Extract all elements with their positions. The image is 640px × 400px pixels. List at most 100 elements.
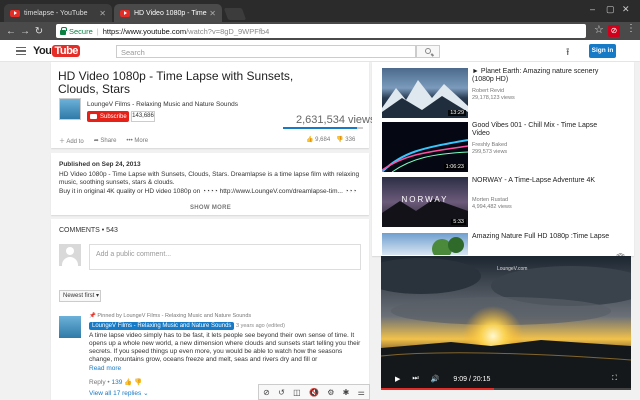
secure-label: Secure bbox=[69, 26, 93, 36]
thumbs-down-icon: 👎 bbox=[336, 137, 346, 143]
play-icon[interactable]: ▶ bbox=[395, 375, 400, 383]
bottom-toolbar: ⊘ ↺ ◫ 🔇 ⚙ ✱ ⚌ bbox=[258, 384, 370, 400]
recommendation-channel[interactable]: Freshly Baked bbox=[472, 142, 507, 148]
reply-button[interactable]: Reply bbox=[89, 379, 106, 386]
description-line: Buy it in original 4K quality or HD vide… bbox=[59, 187, 357, 195]
forward-icon[interactable]: → bbox=[18, 26, 32, 37]
recommendation-title[interactable]: ► Planet Earth: Amazing nature scenery (… bbox=[472, 68, 612, 84]
search-input[interactable]: Search bbox=[116, 45, 416, 58]
description-line: music, soothing sunsets, stars & clouds. bbox=[59, 179, 175, 186]
search-button[interactable] bbox=[416, 45, 440, 58]
address-bar[interactable]: Secure | https://www.youtube.com /watch?… bbox=[56, 24, 586, 38]
recommendation-item[interactable]: NORWAY 5:33 NORWAY - A Time-Lapse Advent… bbox=[382, 177, 622, 229]
published-date: Published on Sep 24, 2013 bbox=[59, 161, 141, 168]
comment-time[interactable]: 3 years ago (edited) bbox=[236, 323, 285, 329]
fullscreen-icon[interactable]: ⛶ bbox=[612, 375, 617, 383]
lock-icon bbox=[60, 26, 67, 35]
tune-icon[interactable]: ⚌ bbox=[358, 388, 365, 397]
add-to-button[interactable]: ＋ Add to bbox=[59, 136, 84, 145]
progress-fill bbox=[381, 388, 494, 390]
next-icon[interactable]: ⏭ bbox=[412, 375, 418, 383]
loop-icon[interactable]: ◫ bbox=[293, 388, 301, 397]
youtube-favicon-icon bbox=[10, 9, 20, 17]
back-icon[interactable]: ← bbox=[4, 26, 18, 37]
search-icon bbox=[425, 48, 431, 54]
recommendation-title[interactable]: Amazing Nature Full HD 1080p :Time Lapse bbox=[472, 233, 612, 241]
thumbs-up-icon: 👍 bbox=[306, 137, 316, 143]
pinned-note: 📌 Pinned by LoungeV Films - Relaxing Mus… bbox=[89, 313, 251, 319]
tab-2-label: HD Video 1080p - Time bbox=[134, 9, 207, 17]
comment-body: A time lapse video simply has to be fast… bbox=[89, 332, 361, 363]
recommendation-item[interactable]: Amazing Nature Full HD 1080p :Time Lapse bbox=[382, 233, 622, 255]
like-ratio-fill bbox=[283, 127, 357, 129]
read-more-link[interactable]: Read more bbox=[89, 365, 121, 372]
browser-menu-icon[interactable]: ⋮ bbox=[626, 23, 636, 34]
video-duration: 1:06:23 bbox=[443, 164, 466, 170]
comment-author[interactable]: LoungeV Films - Relaxing Music and Natur… bbox=[89, 322, 235, 330]
video-thumbnail[interactable]: NORWAY 5:33 bbox=[382, 177, 468, 227]
channel-name[interactable]: LoungeV Films - Relaxing Music and Natur… bbox=[87, 101, 238, 108]
video-title: HD Video 1080p - Time Lapse with Sunsets… bbox=[58, 69, 294, 96]
video-thumbnail[interactable]: 13:29 bbox=[382, 68, 468, 118]
recommendation-item[interactable]: 1:06:23 Good Vibes 001 - Chill Mix - Tim… bbox=[382, 122, 622, 174]
dislike-count: 336 bbox=[345, 137, 356, 143]
video-thumbnail[interactable]: 1:06:23 bbox=[382, 122, 468, 172]
upload-icon[interactable]: ⭱ bbox=[566, 45, 570, 62]
new-tab-button[interactable] bbox=[223, 8, 247, 20]
view-all-replies-link[interactable]: View all 17 replies ⌄ bbox=[89, 389, 149, 397]
url-host: https://www.youtube.com bbox=[102, 26, 187, 36]
share-button[interactable]: ➦ Share bbox=[94, 137, 117, 144]
view-count: 2,631,534 views bbox=[296, 114, 376, 126]
time-current: 9:09 bbox=[453, 375, 468, 383]
youtube-logo[interactable]: You Tube bbox=[33, 45, 80, 57]
thumbs-up-icon[interactable]: 👍 bbox=[124, 379, 132, 386]
rewind-icon[interactable]: ↺ bbox=[278, 388, 285, 397]
recommendation-channel[interactable]: Morten Rustad bbox=[472, 197, 508, 203]
block-icon[interactable]: ⊘ bbox=[263, 388, 270, 397]
minimize-icon[interactable]: – bbox=[590, 4, 595, 14]
browser-tab-1[interactable]: timelapse - YouTube ✕ bbox=[4, 4, 112, 22]
show-more-button[interactable]: SHOW MORE bbox=[190, 205, 231, 211]
chevron-down-icon: ⌄ bbox=[141, 390, 149, 397]
thumbs-down-icon[interactable]: 👎 bbox=[134, 379, 142, 386]
hamburger-menu-icon[interactable] bbox=[16, 47, 26, 55]
video-actions: ＋ Add to ➦ Share ••• More bbox=[59, 136, 148, 146]
recommendation-channel[interactable]: Robert Revid bbox=[472, 88, 504, 94]
reload-icon[interactable]: ↻ bbox=[32, 26, 46, 37]
extension-icon[interactable]: ⊘ bbox=[608, 25, 620, 37]
close-tab-icon[interactable]: ✕ bbox=[209, 9, 216, 18]
share-label: Share bbox=[100, 138, 117, 144]
comment-input[interactable]: Add a public comment... bbox=[89, 244, 361, 270]
maximize-icon[interactable]: ▢ bbox=[606, 4, 615, 15]
close-window-icon[interactable]: ✕ bbox=[622, 4, 630, 15]
comment-author-avatar[interactable] bbox=[59, 316, 81, 338]
like-dislike: 👍 9,684 👎 336 bbox=[306, 136, 355, 143]
video-thumbnail[interactable] bbox=[382, 233, 468, 255]
chevron-down-icon: ▾ bbox=[94, 293, 100, 299]
pinned-label: Pinned by LoungeV Films - Relaxing Music… bbox=[97, 313, 252, 319]
dislike-button[interactable]: 👎 336 bbox=[336, 136, 355, 143]
recommendation-views: 299,573 views bbox=[472, 149, 508, 155]
comment-like-count: 139 bbox=[111, 379, 123, 386]
like-button[interactable]: 👍 9,684 bbox=[306, 136, 330, 143]
bookmark-star-icon[interactable]: ☆ bbox=[594, 23, 604, 36]
recommendation-item[interactable]: 13:29 ► Planet Earth: Amazing nature sce… bbox=[382, 68, 622, 120]
recommendation-title[interactable]: NORWAY - A Time-Lapse Adventure 4K bbox=[472, 177, 612, 185]
recommendation-title[interactable]: Good Vibes 001 - Chill Mix - Time Lapse … bbox=[472, 122, 612, 138]
mute-icon[interactable]: 🔇 bbox=[309, 388, 319, 397]
video-duration: 5:33 bbox=[451, 219, 466, 225]
more-button[interactable]: ••• More bbox=[126, 138, 148, 144]
mini-player-progress[interactable] bbox=[381, 388, 631, 390]
video-duration: 13:29 bbox=[448, 110, 466, 116]
settings-icon[interactable]: ⚙ bbox=[327, 388, 334, 397]
time-total: 20:15 bbox=[472, 375, 491, 383]
sort-comments-dropdown[interactable]: Newest first ▾ bbox=[59, 290, 101, 302]
recommendation-views: 4,994,482 views bbox=[472, 204, 512, 210]
channel-avatar[interactable] bbox=[59, 98, 81, 120]
gear-icon[interactable]: ✱ bbox=[343, 388, 350, 397]
sign-in-button[interactable]: Sign in bbox=[589, 44, 616, 58]
close-tab-icon[interactable]: ✕ bbox=[99, 9, 106, 18]
subscribe-button[interactable]: Subscribe bbox=[87, 111, 129, 122]
browser-tab-2[interactable]: HD Video 1080p - Time ✕ bbox=[114, 4, 222, 22]
volume-icon[interactable]: 🔊 bbox=[431, 375, 440, 383]
